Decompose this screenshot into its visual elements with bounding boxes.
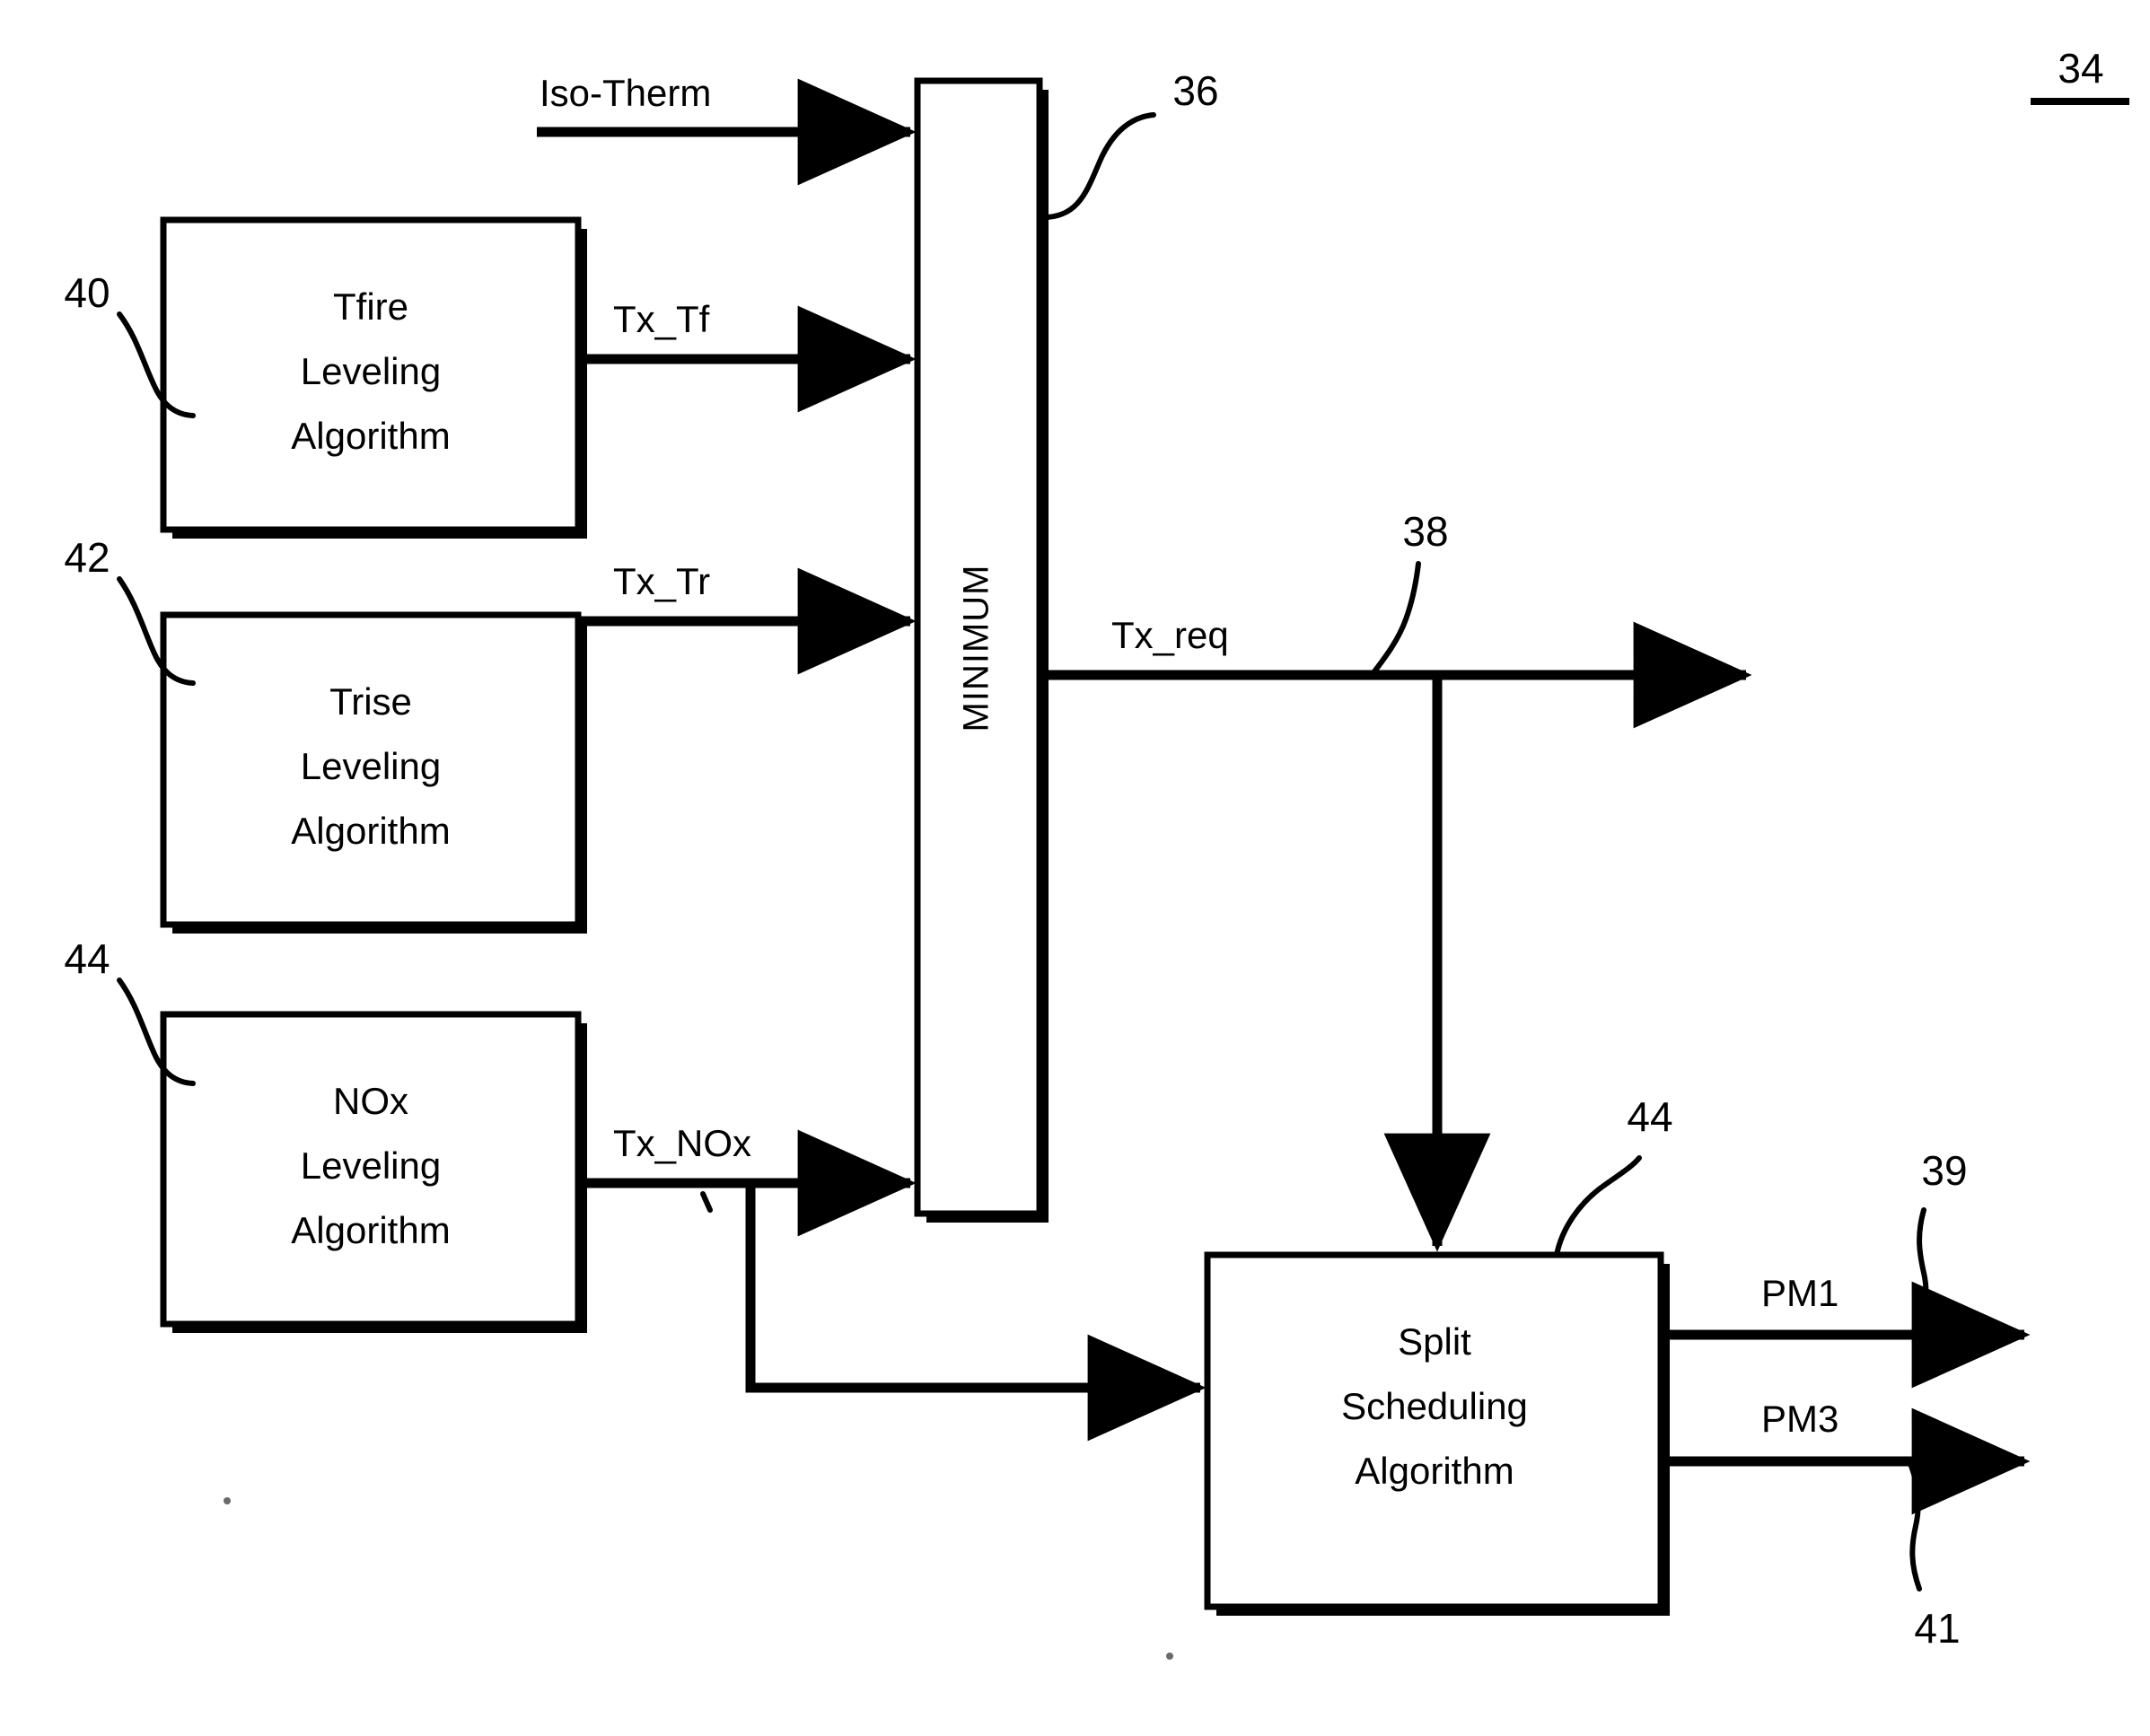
tx-tr-signal-group: Tx_Tr: [578, 560, 917, 675]
pm3-label: PM3: [1761, 1398, 1838, 1440]
minimum-ref-leader-group: 36: [1037, 67, 1219, 221]
nox-block-line-1: NOx: [333, 1080, 408, 1122]
split-ref-leader-line: [1554, 1155, 1642, 1258]
split-block: Split Scheduling Algorithm: [1204, 1251, 1670, 1616]
nox-block: NOx Leveling Algorithm: [160, 1011, 587, 1333]
tx-tr-label: Tx_Tr: [613, 560, 710, 602]
pm3-ref-label: 41: [1914, 1605, 1960, 1652]
tfire-block-line-3: Algorithm: [291, 415, 450, 457]
tx-tf-label: Tx_Tf: [613, 298, 710, 340]
nox-ref-label: 44: [64, 935, 110, 982]
split-block-line-2: Scheduling: [1341, 1385, 1528, 1427]
split-block-line-3: Algorithm: [1355, 1450, 1514, 1492]
minimum-ref-leader-line: [1037, 112, 1156, 221]
trise-block-line-2: Leveling: [301, 745, 441, 787]
scan-speck-left: [224, 1497, 231, 1504]
iso-therm-signal-group: Iso-Therm: [537, 72, 917, 186]
tx-nox-signal-group: Tx_NOx: [578, 1122, 1207, 1442]
tx-req-ref-leader-line: [1369, 561, 1421, 678]
tx-req-ref-leader-group: 38: [1369, 508, 1449, 678]
patent-figure-diagram: 34 MINIMUM 36 Iso-Therm Tfire Leveling A…: [0, 0, 2150, 1736]
pm1-signal-group: PM1: [1661, 1272, 2031, 1389]
nox-block-line-2: Leveling: [301, 1144, 441, 1187]
pm1-ref-label: 39: [1921, 1147, 1967, 1194]
trise-block-line-1: Trise: [329, 680, 412, 723]
pm3-signal-group: PM3: [1661, 1398, 2031, 1515]
minimum-block-label: MINIMUM: [957, 565, 996, 732]
pm3-ref-leader-line: [1907, 1459, 1922, 1591]
tfire-block: Tfire Leveling Algorithm: [160, 216, 587, 539]
tx-nox-junction-tick: [700, 1191, 713, 1213]
tx-req-label: Tx_req: [1111, 614, 1229, 656]
pm3-ref-leader-group: 41: [1907, 1459, 1961, 1652]
split-ref-leader-group: 44: [1554, 1093, 1673, 1258]
minimum-ref-label: 36: [1172, 67, 1218, 114]
figure-number-label: 34: [2058, 45, 2103, 92]
tfire-ref-label: 40: [64, 269, 110, 316]
pm1-ref-leader-line: [1914, 1207, 1929, 1337]
iso-therm-label: Iso-Therm: [540, 72, 711, 114]
tfire-block-line-1: Tfire: [333, 285, 408, 328]
tx-req-ref-label: 38: [1402, 508, 1448, 555]
figure-number-group: 34: [2031, 45, 2129, 105]
split-block-outline: [1204, 1251, 1664, 1610]
pm1-label: PM1: [1761, 1272, 1838, 1314]
nox-block-line-3: Algorithm: [291, 1209, 450, 1251]
tfire-block-line-2: Leveling: [301, 350, 441, 392]
pm1-ref-leader-group: 39: [1914, 1147, 1968, 1337]
tx-req-signal-group: Tx_req: [1040, 614, 1752, 1252]
split-block-line-1: Split: [1398, 1320, 1471, 1363]
scan-speck-bottom: [1166, 1653, 1173, 1660]
tx-nox-label: Tx_NOx: [613, 1122, 751, 1164]
tx-tf-signal-group: Tx_Tf: [578, 298, 917, 413]
trise-block: Trise Leveling Algorithm: [160, 611, 587, 934]
trise-ref-label: 42: [64, 534, 110, 581]
split-ref-label: 44: [1627, 1093, 1672, 1140]
minimum-block: MINIMUM: [914, 77, 1049, 1223]
trise-block-line-3: Algorithm: [291, 810, 450, 852]
diagram-canvas: 34 MINIMUM 36 Iso-Therm Tfire Leveling A…: [64, 45, 2129, 1660]
